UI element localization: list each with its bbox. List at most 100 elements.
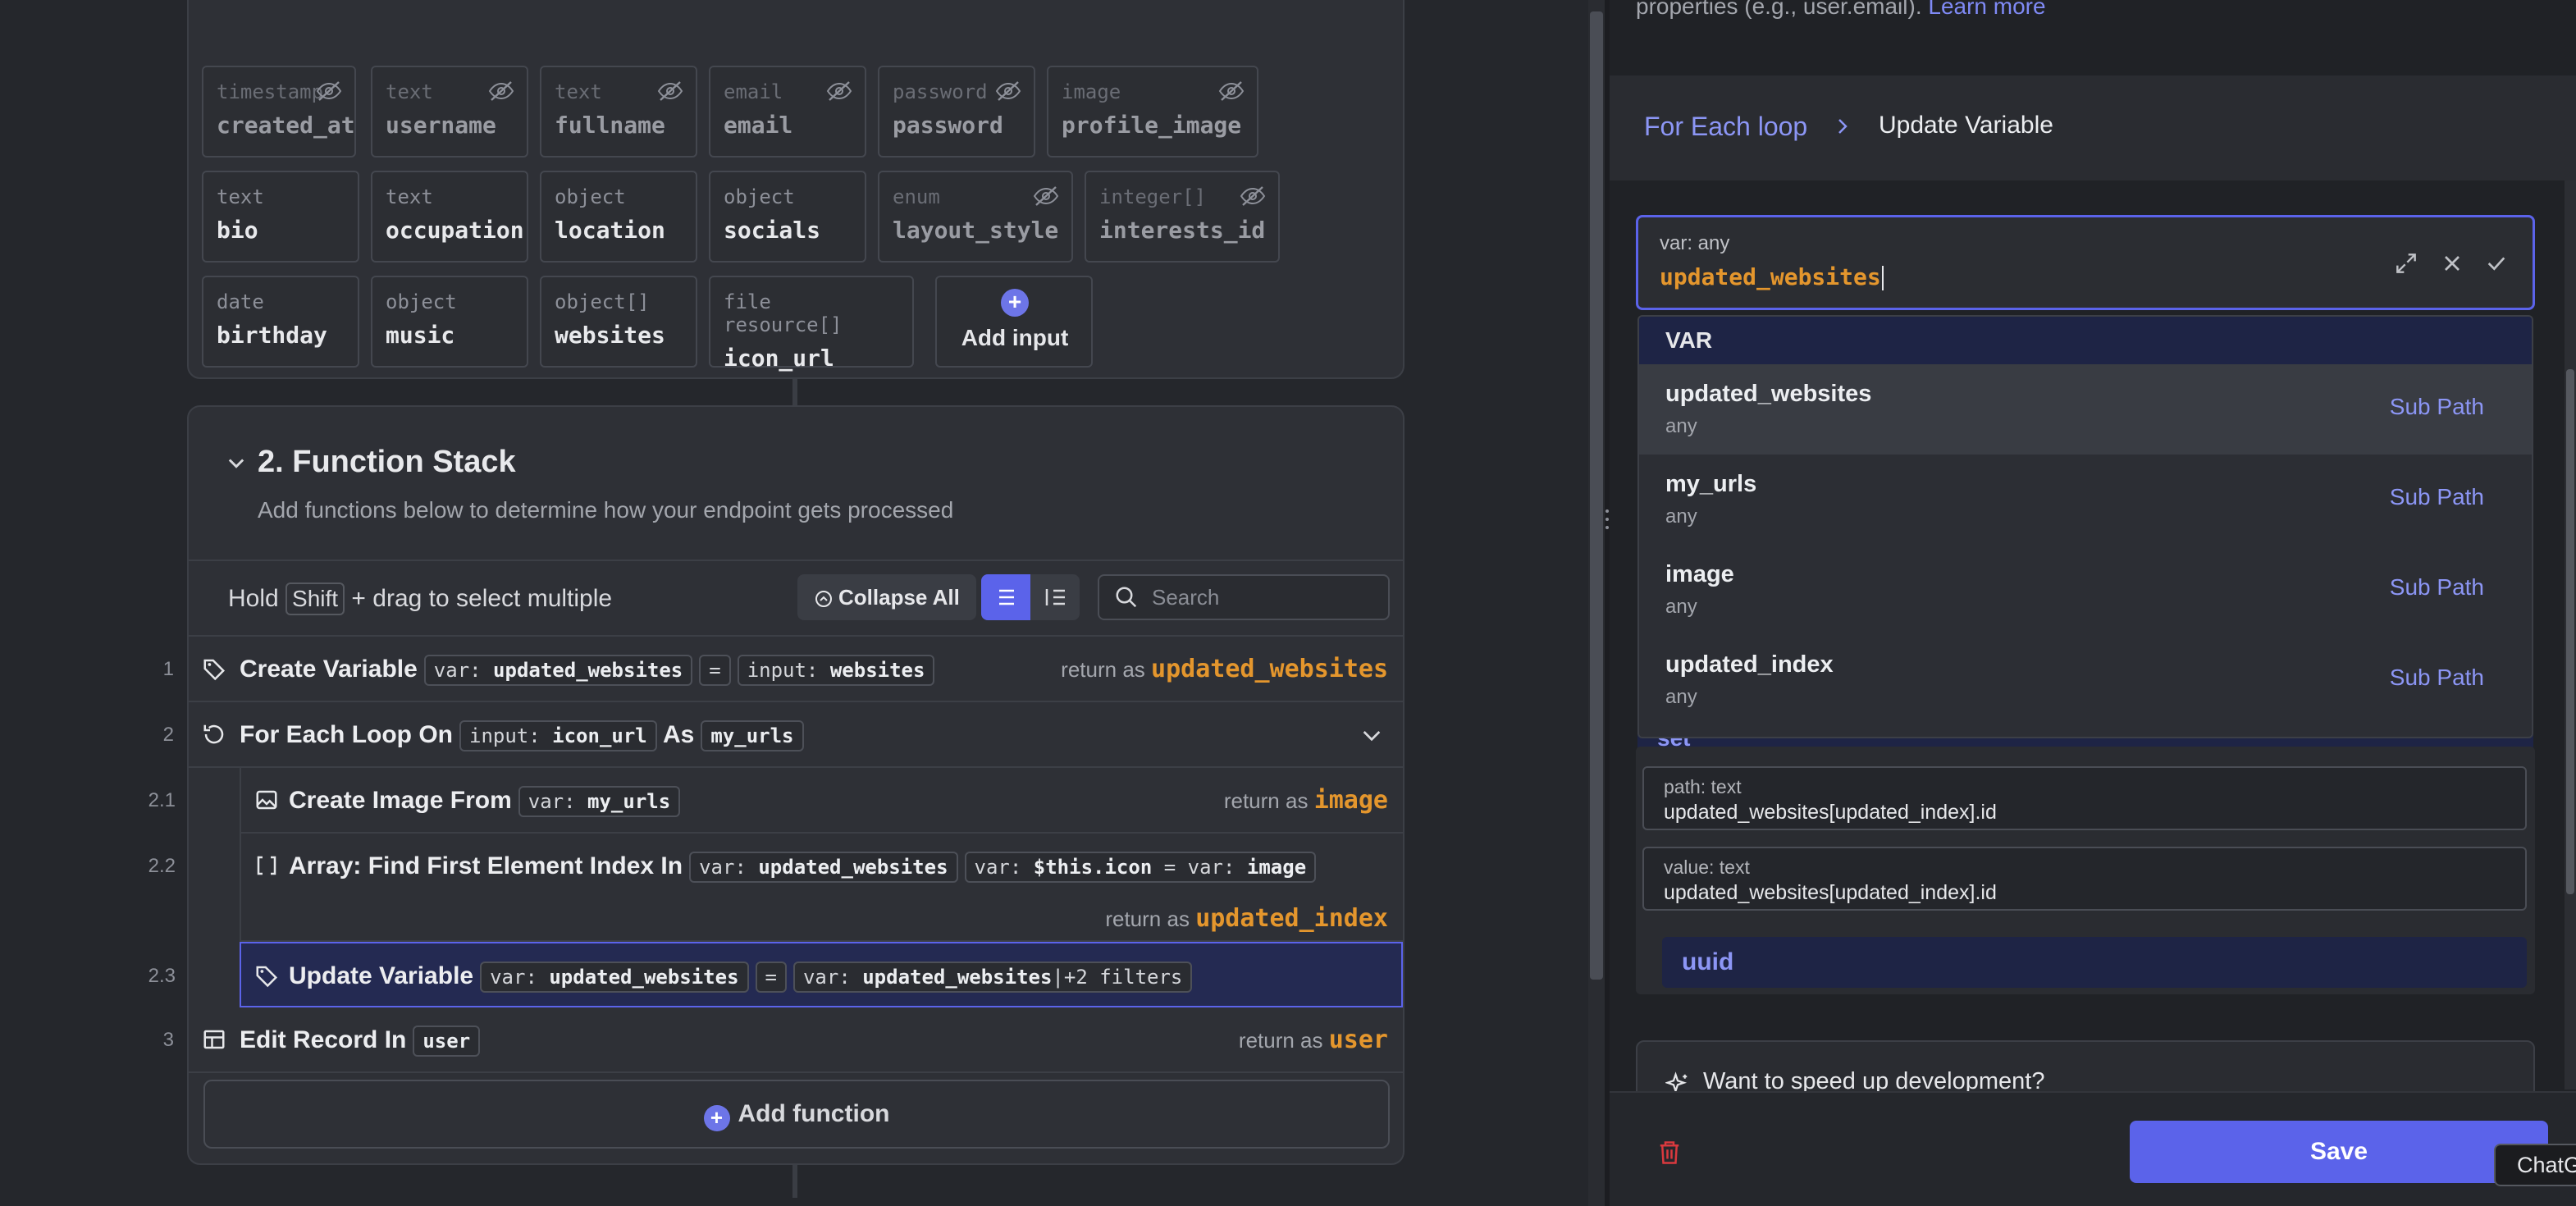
dropdown-item-image[interactable]: image any Sub Path: [1639, 545, 2532, 635]
return-variable: updated_websites: [1151, 655, 1388, 683]
function-row-find-index[interactable]: 2.2 Array: Find First Element Index In va…: [148, 834, 1403, 942]
side-panel: properties (e.g., user.email). Learn mor…: [1610, 0, 2576, 1206]
input-card-interests-id[interactable]: integer[] interests_id: [1085, 171, 1280, 263]
input-card-created-at[interactable]: timestamp created_at: [202, 66, 356, 158]
eye-off-icon[interactable]: [1217, 80, 1245, 102]
input-name: fullname: [555, 112, 665, 139]
plus-icon: +: [703, 1105, 730, 1131]
chip-key: input:: [747, 659, 819, 682]
function-stack-card: 2. Function Stack Add functions below to…: [148, 405, 1404, 1165]
return-as: return as updated_index: [1105, 904, 1388, 933]
numbered-view-toggle[interactable]: [1030, 574, 1080, 620]
scrollbar-thumb[interactable]: [2566, 369, 2574, 894]
add-function-button[interactable]: + Add function: [203, 1080, 1390, 1149]
trash-icon[interactable]: [1657, 1139, 1682, 1167]
variable-input[interactable]: var: any updated_websites: [1636, 215, 2535, 310]
eye-off-icon[interactable]: [315, 80, 343, 102]
sub-path-link[interactable]: Sub Path: [2390, 394, 2484, 420]
return-as-label: return as: [1223, 788, 1309, 813]
uuid-filter-header[interactable]: uuid: [1662, 937, 2527, 988]
chevron-down-icon[interactable]: [1359, 722, 1385, 748]
input-chip[interactable]: input: websites: [737, 655, 935, 686]
dropdown-item-updated-index[interactable]: updated_index any Sub Path: [1639, 635, 2532, 725]
input-card-icon-url[interactable]: file resource[] icon_url: [709, 276, 914, 372]
learn-more-link[interactable]: Learn more: [1928, 0, 2045, 19]
value-chip[interactable]: var: updated_websites|+2 filters: [792, 962, 1193, 993]
scrollbar-thumb[interactable]: [1590, 11, 1603, 980]
sub-path-link[interactable]: Sub Path: [2390, 574, 2484, 601]
expand-icon[interactable]: [2393, 250, 2419, 276]
eye-off-icon[interactable]: [656, 80, 684, 102]
function-title: Create Image From var: my_urls: [289, 786, 681, 817]
function-stack-header[interactable]: 2. Function Stack Add functions below to…: [189, 407, 1403, 561]
canvas-scrollbar[interactable]: [1588, 0, 1605, 1206]
input-name: created_at: [217, 112, 355, 139]
function-search[interactable]: [1098, 574, 1390, 620]
input-card-location[interactable]: object location: [540, 171, 697, 263]
collapse-all-label: Collapse All: [838, 585, 960, 610]
input-type: text: [217, 185, 264, 208]
check-icon[interactable]: [2483, 250, 2510, 276]
input-chip[interactable]: input: icon_url: [459, 720, 657, 751]
function-row-create-variable[interactable]: 1 Create Variable var: updated_websites = i…: [163, 637, 1403, 702]
eye-off-icon[interactable]: [994, 80, 1022, 102]
inputs-card: timestamp created_at text username text fulln…: [187, 0, 1404, 379]
collapse-all-button[interactable]: Collapse All: [797, 574, 976, 620]
input-card-profile-image[interactable]: image profile_image: [1047, 66, 1258, 158]
input-type: object[]: [555, 290, 650, 313]
sub-path-link[interactable]: Sub Path: [2390, 484, 2484, 510]
panel-scrollbar[interactable]: [2565, 180, 2576, 1090]
eye-off-icon[interactable]: [1239, 185, 1267, 207]
var-chip[interactable]: var: my_urls: [518, 786, 681, 817]
table-chip[interactable]: user: [413, 1026, 481, 1057]
equals-chip: =: [699, 655, 731, 686]
variable-input-value[interactable]: updated_websites: [1660, 263, 1884, 290]
function-row-create-image[interactable]: 2.1 Create Image From var: my_urls return…: [148, 768, 1403, 834]
input-card-occupation[interactable]: text occupation: [371, 171, 528, 263]
alias-chip[interactable]: my_urls: [701, 720, 804, 751]
var-chip[interactable]: var: updated_websites: [480, 962, 749, 993]
dropdown-item-name: my_urls: [1665, 471, 1757, 497]
var-chip[interactable]: var: updated_websites: [689, 852, 958, 883]
input-card-socials[interactable]: object socials: [709, 171, 866, 263]
eye-off-icon[interactable]: [825, 80, 853, 102]
path-field-label: path: text: [1664, 776, 1742, 797]
function-title: For Each Loop On input: icon_url As my_url…: [240, 720, 804, 751]
add-input-button[interactable]: + Add input: [935, 276, 1093, 368]
return-as: return as updated_websites: [1061, 655, 1388, 683]
input-card-email[interactable]: email email: [709, 66, 866, 158]
input-card-fullname[interactable]: text fullname: [540, 66, 697, 158]
function-row-for-each-loop[interactable]: 2 For Each Loop On input: icon_url As my_u…: [163, 702, 1403, 768]
shift-key-hint: Shift: [285, 582, 345, 615]
input-card-birthday[interactable]: date birthday: [202, 276, 359, 368]
sub-path-link[interactable]: Sub Path: [2390, 665, 2484, 691]
value-field-value[interactable]: updated_websites[updated_index].id: [1664, 881, 1997, 905]
input-card-username[interactable]: text username: [371, 66, 528, 158]
input-card-bio[interactable]: text bio: [202, 171, 359, 263]
chatgpt-tooltip: ChatGPT: [2494, 1144, 2576, 1186]
input-name: layout_style: [893, 217, 1059, 244]
chevron-down-icon[interactable]: [225, 451, 248, 474]
value-field[interactable]: value: text updated_websites[updated_ind…: [1642, 847, 2527, 911]
eye-off-icon[interactable]: [487, 80, 515, 102]
path-field[interactable]: path: text updated_websites[updated_inde…: [1642, 766, 2527, 830]
input-card-music[interactable]: object music: [371, 276, 528, 368]
close-icon[interactable]: [2439, 250, 2465, 276]
dropdown-item-my-urls[interactable]: my_urls any Sub Path: [1639, 455, 2532, 545]
eye-off-icon[interactable]: [1032, 185, 1060, 207]
input-card-password[interactable]: password password: [878, 66, 1035, 158]
var-chip[interactable]: var: updated_websites: [423, 655, 693, 686]
function-row-edit-record[interactable]: 3 Edit Record In user return as user: [163, 1007, 1403, 1073]
chip-value: updated_websites: [549, 966, 739, 989]
path-field-value[interactable]: updated_websites[updated_index].id: [1664, 801, 1997, 825]
condition-chip[interactable]: var: $this.icon = var: image: [964, 852, 1317, 883]
dropdown-item-updated-websites[interactable]: updated_websites any Sub Path: [1639, 364, 2532, 455]
search-input[interactable]: [1152, 576, 1382, 619]
input-card-websites[interactable]: object[] websites: [540, 276, 697, 368]
chip-value: icon_url: [552, 724, 647, 747]
function-row-update-variable[interactable]: 2.3 Update Variable var: updated_websites…: [148, 942, 1403, 1007]
list-view-toggle[interactable]: [981, 574, 1030, 620]
input-card-layout-style[interactable]: enum layout_style: [878, 171, 1073, 263]
breadcrumb-for-each-loop[interactable]: For Each loop: [1644, 112, 1807, 142]
save-button[interactable]: Save: [2130, 1121, 2548, 1183]
